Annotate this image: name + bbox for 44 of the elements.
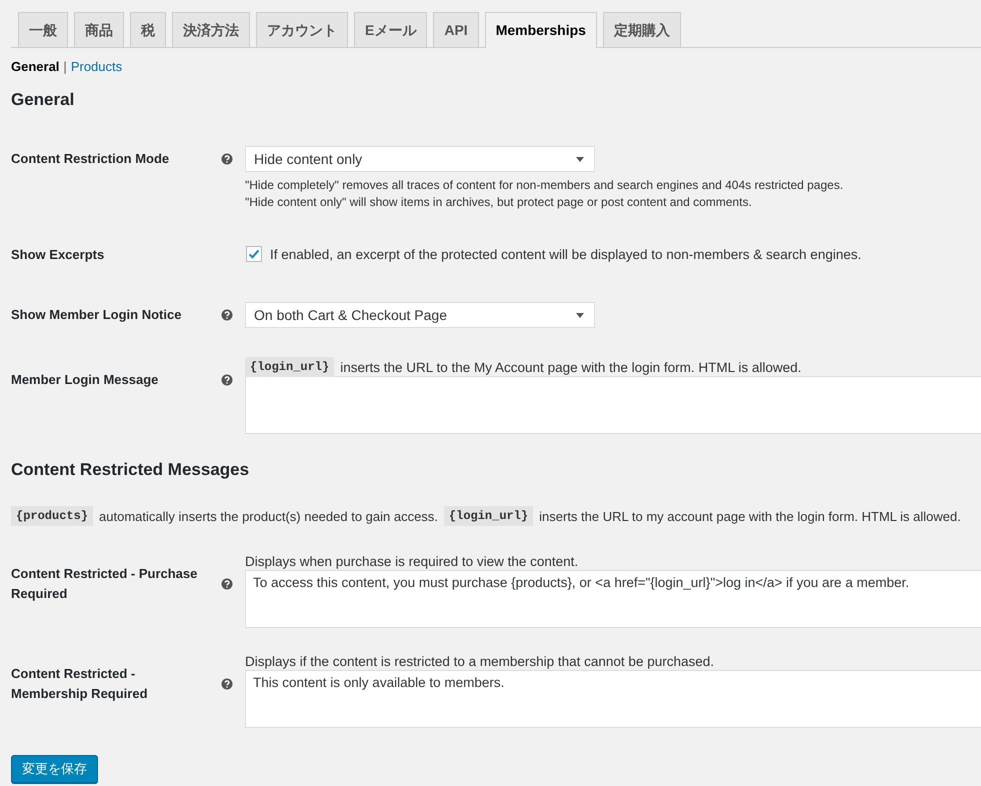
code-snippet: {products} [11, 506, 94, 526]
text-area[interactable]: To access this content, you must purchase {products}, or <a href="{login_url}">log in</a> if you are a member. [245, 570, 981, 628]
description-text: "Hide content only" will show items in archives, but protect page or post content and comments. [245, 194, 753, 211]
help-icon[interactable] [221, 678, 233, 690]
section-heading: General [11, 90, 76, 111]
caret-icon [576, 312, 584, 318]
code-snippet: {login_url} [245, 357, 334, 377]
description-text: inserts the URL to my account page with the login form. HTML is allowed. [539, 508, 961, 524]
field-label: Content Restricted - Membership Required [11, 665, 149, 703]
field-label: Show Member Login Notice [11, 306, 182, 324]
section-heading: Content Restricted Messages [11, 460, 250, 481]
code-snippet: {login_url} [444, 506, 534, 526]
help-icon[interactable] [221, 374, 233, 386]
caret-icon [576, 156, 584, 162]
field-label: Content Restricted - Purchase Required [11, 565, 198, 603]
tab[interactable]: Eメール [354, 12, 428, 47]
separator: | [63, 59, 67, 74]
tab[interactable]: アカウント [256, 12, 348, 47]
checkbox-label: If enabled, an excerpt of the protected content will be displayed to non-members & search engines. [270, 246, 862, 262]
description-text: inserts the URL to the My Account page with the login form. HTML is allowed. [340, 360, 802, 374]
text-area[interactable]: This content is only available to members. [245, 670, 981, 728]
field-label: Show Excerpts [11, 246, 106, 264]
tab[interactable]: 決済方法 [172, 12, 250, 47]
help-icon[interactable] [221, 153, 233, 165]
subnav-link[interactable]: Products [70, 59, 122, 74]
field-label: Content Restriction Mode [11, 150, 170, 168]
save-button[interactable]: 変更を保存 [11, 755, 98, 783]
field-label: Member Login Message [11, 371, 160, 389]
subnav-link[interactable]: General [11, 59, 60, 74]
tab[interactable]: Memberships [484, 12, 597, 48]
tab[interactable]: 定期購入 [602, 12, 681, 47]
description-text: automatically inserts the product(s) needed to gain access. [99, 508, 438, 524]
dropdown[interactable]: On both Cart & Checkout Page [245, 302, 595, 328]
description-text: Displays if the content is restricted to a membership that cannot be purchased. [245, 654, 714, 668]
tab[interactable]: 一般 [18, 12, 68, 47]
dropdown[interactable]: Hide content only [245, 146, 595, 172]
help-icon[interactable] [221, 578, 233, 590]
description-text: Displays when purchase is required to view the content. [245, 554, 578, 568]
tab[interactable]: 税 [130, 12, 166, 47]
description-text: "Hide completely" removes all traces of content for non-members and search engines and 404s restricted pages. [245, 177, 844, 194]
checkbox[interactable] [246, 246, 262, 262]
tab[interactable]: API [433, 12, 479, 47]
tab[interactable]: 商品 [74, 12, 124, 47]
help-icon[interactable] [221, 309, 233, 321]
